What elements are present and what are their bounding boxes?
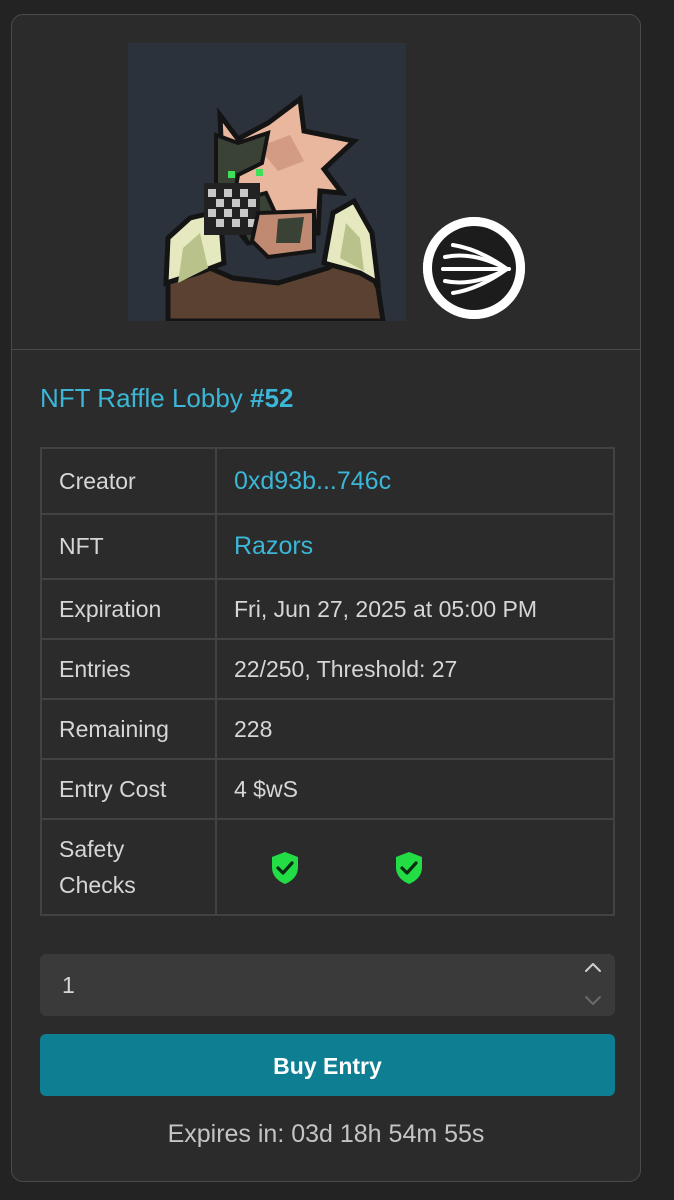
nft-header xyxy=(12,15,640,350)
lobby-number: #52 xyxy=(250,383,294,413)
chain-logo-icon xyxy=(423,217,525,319)
creator-address-link[interactable]: 0xd93b...746c xyxy=(215,447,615,515)
shield-check-icon[interactable] xyxy=(270,851,300,885)
creator-label: Creator xyxy=(40,447,217,515)
expires-countdown: Expires in: 03d 18h 54m 55s xyxy=(167,1120,485,1148)
safety-checks-label: Safety Checks xyxy=(40,818,217,916)
row-entries: Entries 22/250, Threshold: 27 xyxy=(40,638,615,700)
raffle-card: NFT Raffle Lobby #52 Creator 0xd93b...74… xyxy=(11,14,641,1182)
buy-entry-button[interactable]: Buy Entry xyxy=(40,1034,615,1096)
nft-collection-link[interactable]: Razors xyxy=(215,513,615,580)
entry-quantity-input[interactable]: 1 xyxy=(40,954,615,1016)
row-creator: Creator 0xd93b...746c xyxy=(40,447,615,515)
row-nft: NFT Razors xyxy=(40,513,615,580)
shield-check-icon[interactable] xyxy=(394,851,424,885)
row-safety-checks: Safety Checks xyxy=(40,818,615,916)
entries-label: Entries xyxy=(40,638,217,700)
row-expiration: Expiration Fri, Jun 27, 2025 at 05:00 PM xyxy=(40,578,615,640)
chevron-down-icon[interactable] xyxy=(580,991,606,1009)
nft-label: NFT xyxy=(40,513,217,580)
safety-label-line2: Checks xyxy=(59,872,136,898)
entries-value: 22/250, Threshold: 27 xyxy=(215,638,615,700)
lobby-title-prefix: NFT Raffle Lobby xyxy=(40,383,243,413)
safety-label-line1: Safety xyxy=(59,836,125,862)
raffle-details-table: Creator 0xd93b...746c NFT Razors Expirat… xyxy=(40,447,615,916)
remaining-label: Remaining xyxy=(40,698,217,760)
row-remaining: Remaining 228 xyxy=(40,698,615,760)
safety-checks-value xyxy=(215,818,615,916)
chevron-up-icon[interactable] xyxy=(580,959,606,977)
quantity-value[interactable]: 1 xyxy=(62,972,75,999)
entry-cost-label: Entry Cost xyxy=(40,758,217,820)
row-entry-cost: Entry Cost 4 $wS xyxy=(40,758,615,820)
expiration-value: Fri, Jun 27, 2025 at 05:00 PM xyxy=(215,578,615,640)
lobby-title: NFT Raffle Lobby #52 xyxy=(40,383,293,414)
expiration-label: Expiration xyxy=(40,578,217,640)
nft-image xyxy=(128,43,406,321)
remaining-value: 228 xyxy=(215,698,615,760)
entry-cost-value: 4 $wS xyxy=(215,758,615,820)
